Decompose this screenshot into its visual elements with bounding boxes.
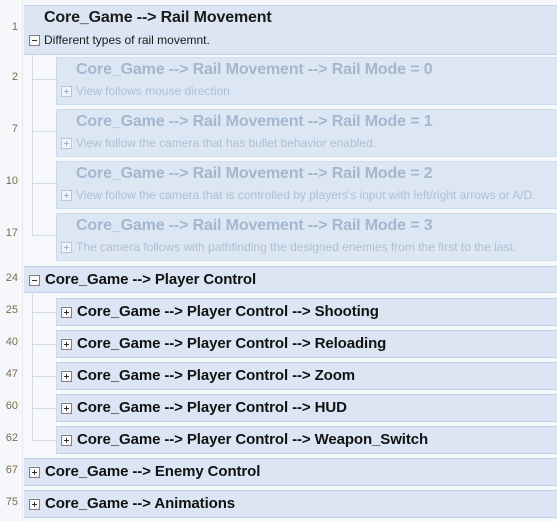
block-title: Core_Game --> Rail Movement --> Rail Mod… — [76, 165, 433, 182]
block-title: Core_Game --> Rail Movement --> Rail Mod… — [76, 61, 433, 78]
line-number: 75 — [5, 496, 18, 508]
block-title: Core_Game --> Player Control --> HUD — [77, 399, 347, 416]
tree-guide-horizontal — [32, 376, 56, 377]
line-number: 7 — [11, 123, 18, 135]
tree-guide-vertical — [32, 294, 33, 440]
line-number-gutter: 1 2 7 10 17 24 25 40 47 60 62 67 75 — [0, 0, 23, 521]
line-number: 62 — [5, 432, 18, 444]
minus-box-icon[interactable] — [29, 35, 40, 46]
line-number: 47 — [5, 368, 18, 380]
block-title: Core_Game --> Enemy Control — [45, 463, 261, 480]
line-number: 2 — [11, 71, 18, 83]
line-number: 25 — [5, 304, 18, 316]
block-title: Core_Game --> Player Control — [45, 271, 257, 288]
block-description: View follow the camera that is controlle… — [76, 188, 536, 202]
plus-box-icon[interactable] — [61, 86, 72, 97]
plus-box-icon[interactable] — [61, 307, 72, 318]
tree-guide-horizontal — [32, 440, 56, 441]
plus-box-icon[interactable] — [61, 339, 72, 350]
block-description: The camera follows with pathfinding the … — [76, 240, 517, 254]
plus-box-icon[interactable] — [61, 371, 72, 382]
tree-guide-horizontal — [32, 131, 56, 132]
tree-guide-horizontal — [32, 408, 56, 409]
tree-guide-horizontal — [32, 183, 56, 184]
line-number: 10 — [5, 175, 18, 187]
plus-box-icon[interactable] — [61, 138, 72, 149]
minus-box-icon[interactable] — [29, 275, 40, 286]
plus-box-icon[interactable] — [61, 435, 72, 446]
block-title: Core_Game --> Player Control --> Reloadi… — [77, 335, 387, 352]
block-description: View follow the camera that has bullet b… — [76, 136, 376, 150]
block-description: View follows mouse direction — [76, 84, 230, 98]
block-title: Core_Game --> Player Control --> Weapon_… — [77, 431, 429, 448]
block-title: Core_Game --> Rail Movement --> Rail Mod… — [76, 217, 433, 234]
tree-guide-horizontal — [32, 312, 56, 313]
tree-guide-horizontal — [32, 344, 56, 345]
block-title: Core_Game --> Rail Movement — [44, 9, 272, 26]
tree-guide-vertical — [32, 53, 33, 235]
block-title: Core_Game --> Animations — [45, 495, 236, 512]
outline-rows: Core_Game --> Rail Movement Different typ… — [23, 0, 557, 521]
line-number: 40 — [5, 336, 18, 348]
block-title: Core_Game --> Player Control --> Zoom — [77, 367, 356, 384]
line-number: 1 — [11, 21, 18, 33]
code-outline-editor: 1 2 7 10 17 24 25 40 47 60 62 67 75 Core_Game --> Ra… — [0, 0, 557, 521]
line-number: 17 — [5, 227, 18, 239]
plus-box-icon[interactable] — [29, 499, 40, 510]
line-number: 60 — [5, 400, 18, 412]
tree-guide-horizontal — [32, 235, 56, 236]
plus-box-icon[interactable] — [61, 242, 72, 253]
block-title: Core_Game --> Player Control --> Shootin… — [77, 303, 379, 320]
line-number: 24 — [5, 272, 18, 284]
line-number: 67 — [5, 464, 18, 476]
plus-box-icon[interactable] — [61, 403, 72, 414]
block-description: Different types of rail movemnt. — [44, 33, 210, 47]
tree-guide-horizontal — [32, 79, 56, 80]
block-title: Core_Game --> Rail Movement --> Rail Mod… — [76, 113, 433, 130]
plus-box-icon[interactable] — [29, 467, 40, 478]
plus-box-icon[interactable] — [61, 190, 72, 201]
